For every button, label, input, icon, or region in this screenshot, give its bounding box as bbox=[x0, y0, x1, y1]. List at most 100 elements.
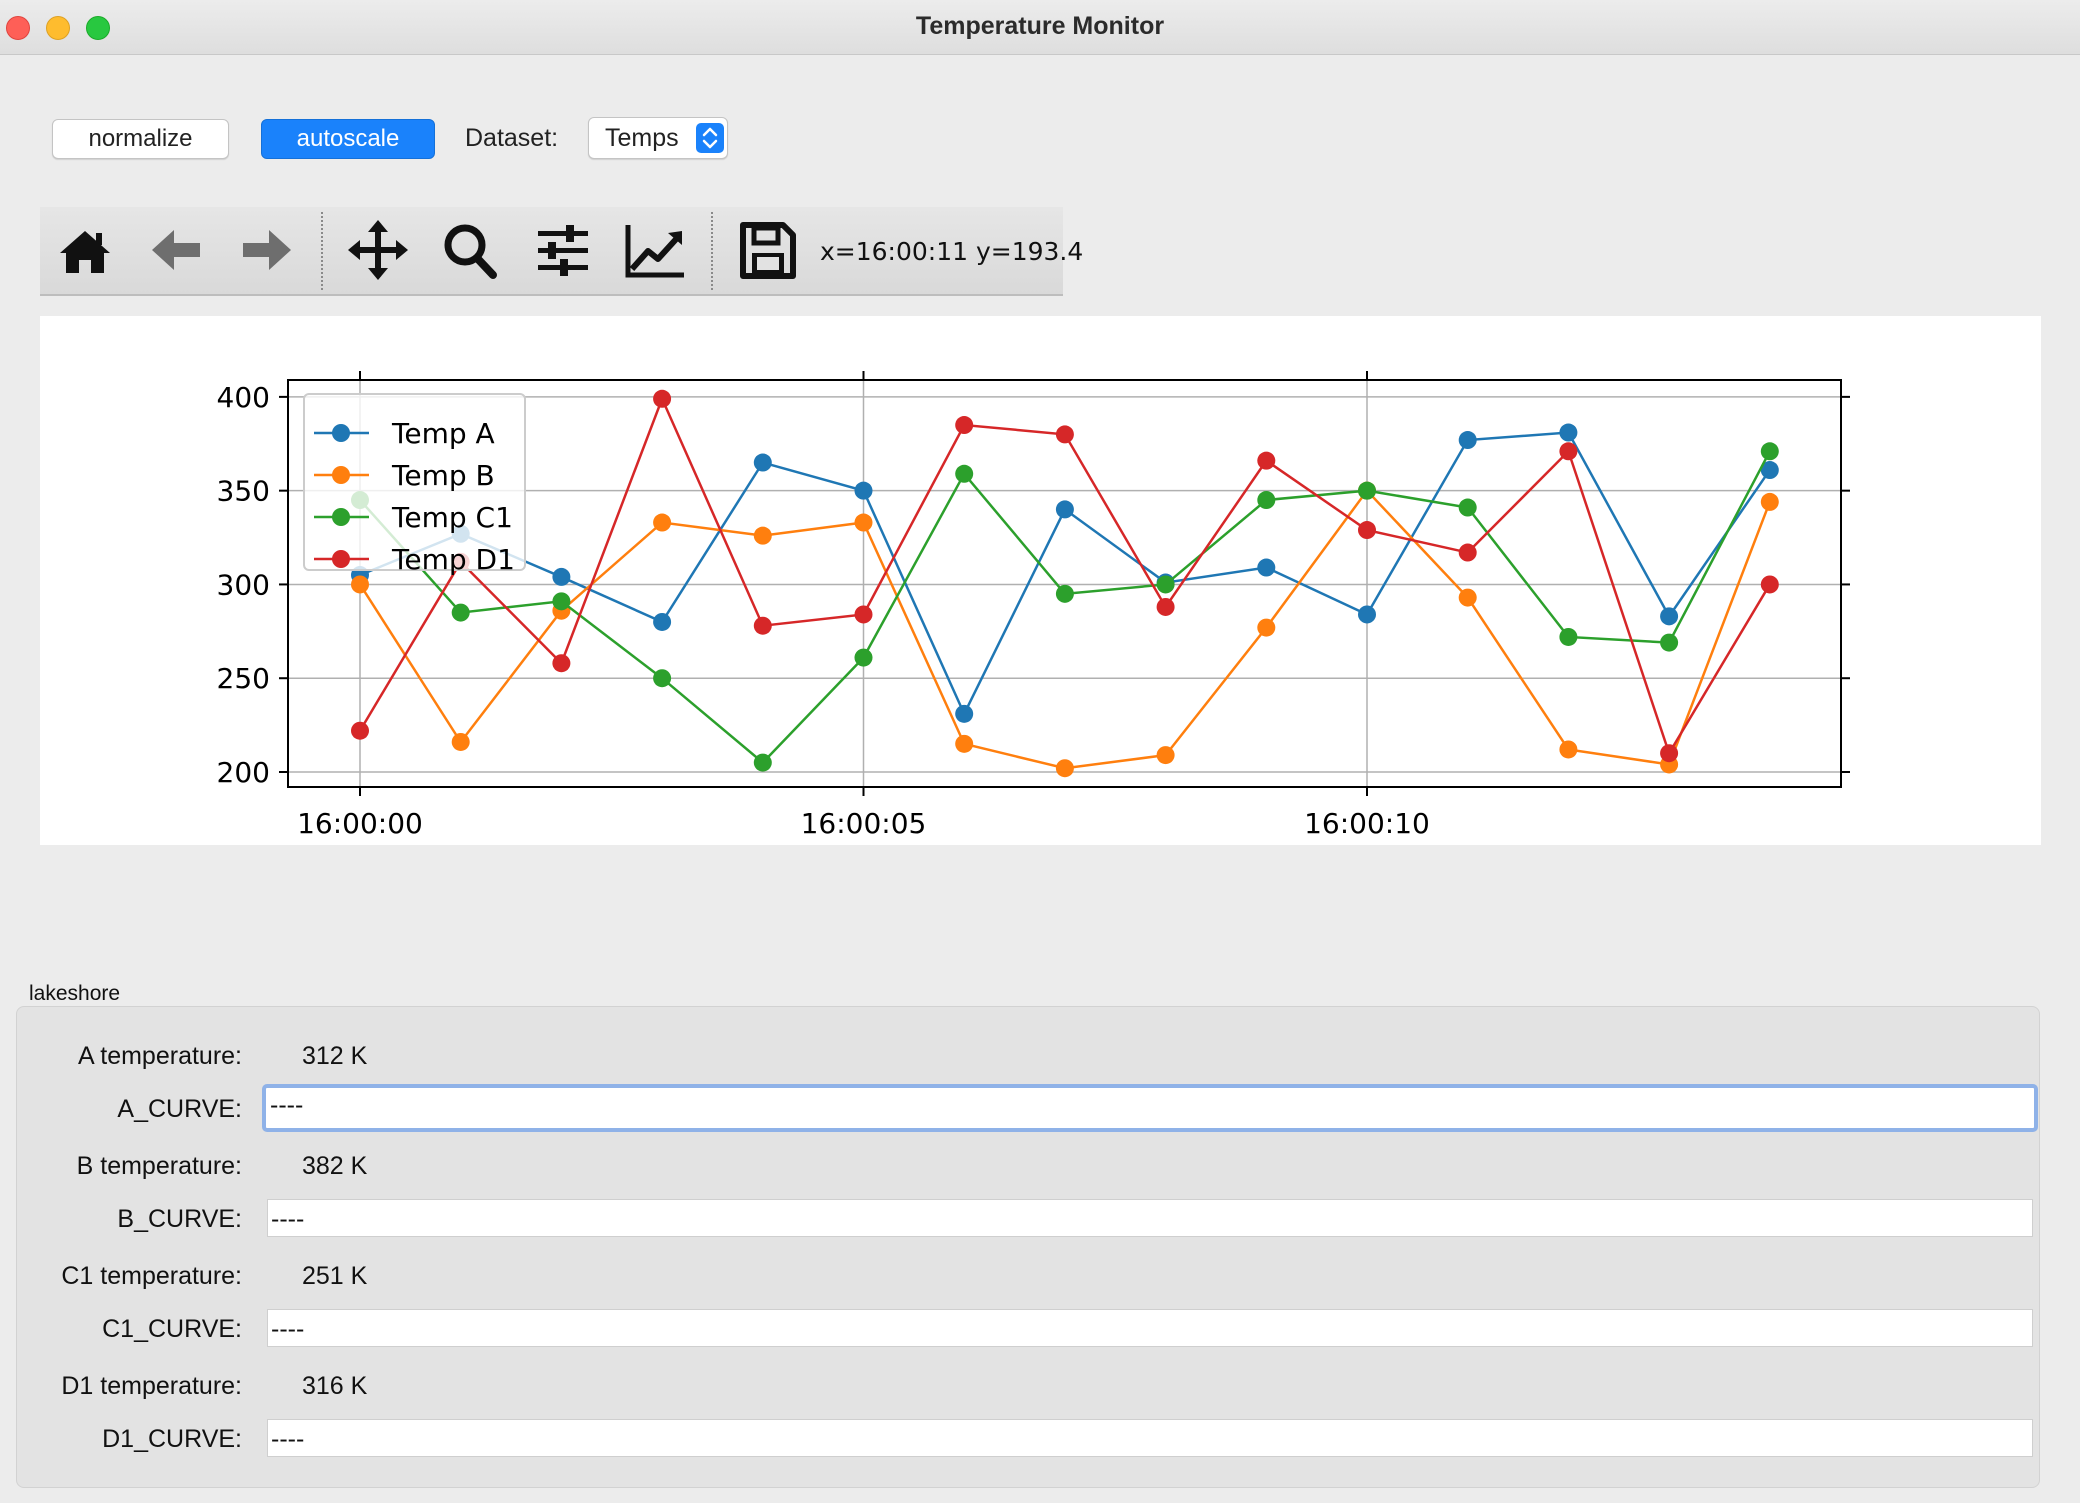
data-point bbox=[1660, 607, 1679, 626]
d1-temperature-value: 316 K bbox=[302, 1372, 368, 1400]
data-point bbox=[451, 603, 470, 622]
data-point bbox=[1458, 498, 1477, 517]
data-point bbox=[1559, 627, 1578, 646]
y-tick-label: 250 bbox=[217, 662, 270, 695]
data-point bbox=[854, 513, 873, 532]
data-point bbox=[1257, 491, 1276, 510]
data-point bbox=[955, 704, 974, 723]
temperature-chart[interactable]: 200 250 300 350 400 16:00:00 16:00:05 16:00:10 T… bbox=[40, 316, 2041, 845]
data-point bbox=[1559, 442, 1578, 461]
c1-curve-label: C1_CURVE: bbox=[102, 1315, 242, 1343]
a-temperature-value: 312 K bbox=[302, 1042, 368, 1070]
dataset-select[interactable]: Temps bbox=[588, 117, 728, 159]
data-point bbox=[1760, 492, 1779, 511]
data-point bbox=[753, 453, 772, 472]
data-point bbox=[1055, 425, 1074, 444]
x-tick-label: 16:00:05 bbox=[801, 807, 927, 840]
data-point bbox=[955, 464, 974, 483]
data-point bbox=[1660, 633, 1679, 652]
legend-marker bbox=[332, 466, 350, 484]
a-curve-value: ---- bbox=[270, 1091, 304, 1119]
data-point bbox=[552, 592, 571, 611]
data-point bbox=[854, 648, 873, 667]
data-point bbox=[653, 669, 672, 688]
plot-canvas[interactable]: 200 250 300 350 400 16:00:00 16:00:05 16:00:10 T… bbox=[40, 316, 2041, 845]
title-bar[interactable]: Temperature Monitor bbox=[0, 0, 2080, 55]
data-point bbox=[1055, 500, 1074, 519]
app-window: Temperature Monitor normalize autoscale … bbox=[0, 0, 2080, 1503]
group-title: lakeshore bbox=[29, 982, 121, 1005]
legend-label: Temp C1 bbox=[391, 501, 513, 534]
data-point bbox=[1055, 759, 1074, 778]
data-point bbox=[1458, 431, 1477, 450]
dataset-label: Dataset: bbox=[465, 124, 559, 152]
home-icon[interactable] bbox=[52, 219, 118, 281]
legend-label: Temp B bbox=[391, 459, 495, 492]
legend-label: Temp D1 bbox=[391, 543, 515, 576]
data-point bbox=[1660, 744, 1679, 763]
data-point bbox=[1458, 588, 1477, 607]
data-point bbox=[1358, 521, 1376, 540]
legend-marker bbox=[332, 550, 350, 568]
data-point bbox=[1257, 451, 1276, 470]
y-tick-label: 200 bbox=[217, 756, 270, 789]
navigation-toolbar: x=16:00:11 y=193.4 bbox=[40, 207, 1083, 296]
c1-temperature-label: C1 temperature: bbox=[61, 1262, 242, 1290]
y-tick-label: 300 bbox=[217, 568, 270, 601]
series-line-temp-b bbox=[358, 488, 1771, 770]
data-point bbox=[854, 481, 873, 500]
a-temperature-label: A temperature: bbox=[78, 1042, 242, 1070]
zoom-icon[interactable] bbox=[437, 219, 503, 281]
y-tick-label: 350 bbox=[217, 475, 270, 508]
forward-arrow-icon[interactable] bbox=[233, 219, 299, 281]
save-icon[interactable] bbox=[734, 219, 800, 281]
data-point bbox=[351, 721, 369, 740]
d1-curve-label: D1_CURVE: bbox=[102, 1425, 242, 1453]
b-curve-input[interactable]: ---- bbox=[267, 1199, 2033, 1237]
data-point bbox=[451, 732, 470, 751]
x-tick-label: 16:00:10 bbox=[1304, 807, 1430, 840]
b-curve-label: B_CURVE: bbox=[117, 1205, 242, 1233]
data-point bbox=[1257, 618, 1276, 637]
x-tick-label: 16:00:00 bbox=[297, 807, 423, 840]
back-arrow-icon[interactable] bbox=[144, 219, 210, 281]
autoscale-button[interactable]: autoscale bbox=[261, 119, 435, 159]
legend-label: Temp A bbox=[391, 417, 495, 450]
data-point bbox=[1559, 740, 1578, 759]
legend-marker bbox=[332, 424, 350, 442]
data-point bbox=[955, 416, 974, 435]
data-point bbox=[1760, 575, 1779, 594]
normalize-button[interactable]: normalize bbox=[52, 119, 229, 159]
data-point bbox=[1358, 481, 1376, 500]
configure-subplots-icon[interactable] bbox=[530, 219, 596, 281]
lakeshore-group bbox=[16, 1006, 2040, 1488]
a-curve-input[interactable]: ---- bbox=[262, 1084, 2038, 1132]
c1-curve-value: ---- bbox=[271, 1315, 305, 1343]
y-tick-label: 400 bbox=[217, 381, 270, 414]
data-point bbox=[653, 389, 672, 408]
data-point bbox=[854, 605, 873, 624]
data-point bbox=[653, 612, 672, 631]
data-point bbox=[1156, 597, 1175, 616]
c1-temperature-value: 251 K bbox=[302, 1262, 368, 1290]
c1-curve-input[interactable]: ---- bbox=[267, 1309, 2033, 1347]
edit-axis-icon[interactable] bbox=[622, 219, 688, 281]
data-point bbox=[1257, 558, 1276, 577]
b-curve-value: ---- bbox=[271, 1205, 305, 1233]
data-point bbox=[753, 616, 772, 635]
data-point bbox=[552, 654, 571, 673]
dataset-selected-value: Temps bbox=[605, 124, 679, 152]
chevron-up-down-icon bbox=[696, 123, 724, 153]
data-point bbox=[1559, 423, 1578, 442]
series-line-temp-c1 bbox=[359, 450, 1771, 765]
data-point bbox=[1055, 584, 1074, 603]
series-line-temp-a bbox=[359, 431, 1771, 717]
data-point bbox=[552, 567, 571, 586]
d1-curve-input[interactable]: ---- bbox=[267, 1419, 2033, 1457]
toolbar-separator bbox=[321, 212, 323, 290]
series-line-temp-d1 bbox=[358, 395, 1771, 757]
pan-icon[interactable] bbox=[345, 219, 411, 281]
d1-curve-value: ---- bbox=[271, 1425, 305, 1453]
data-point bbox=[653, 513, 672, 532]
data-point bbox=[351, 575, 369, 594]
